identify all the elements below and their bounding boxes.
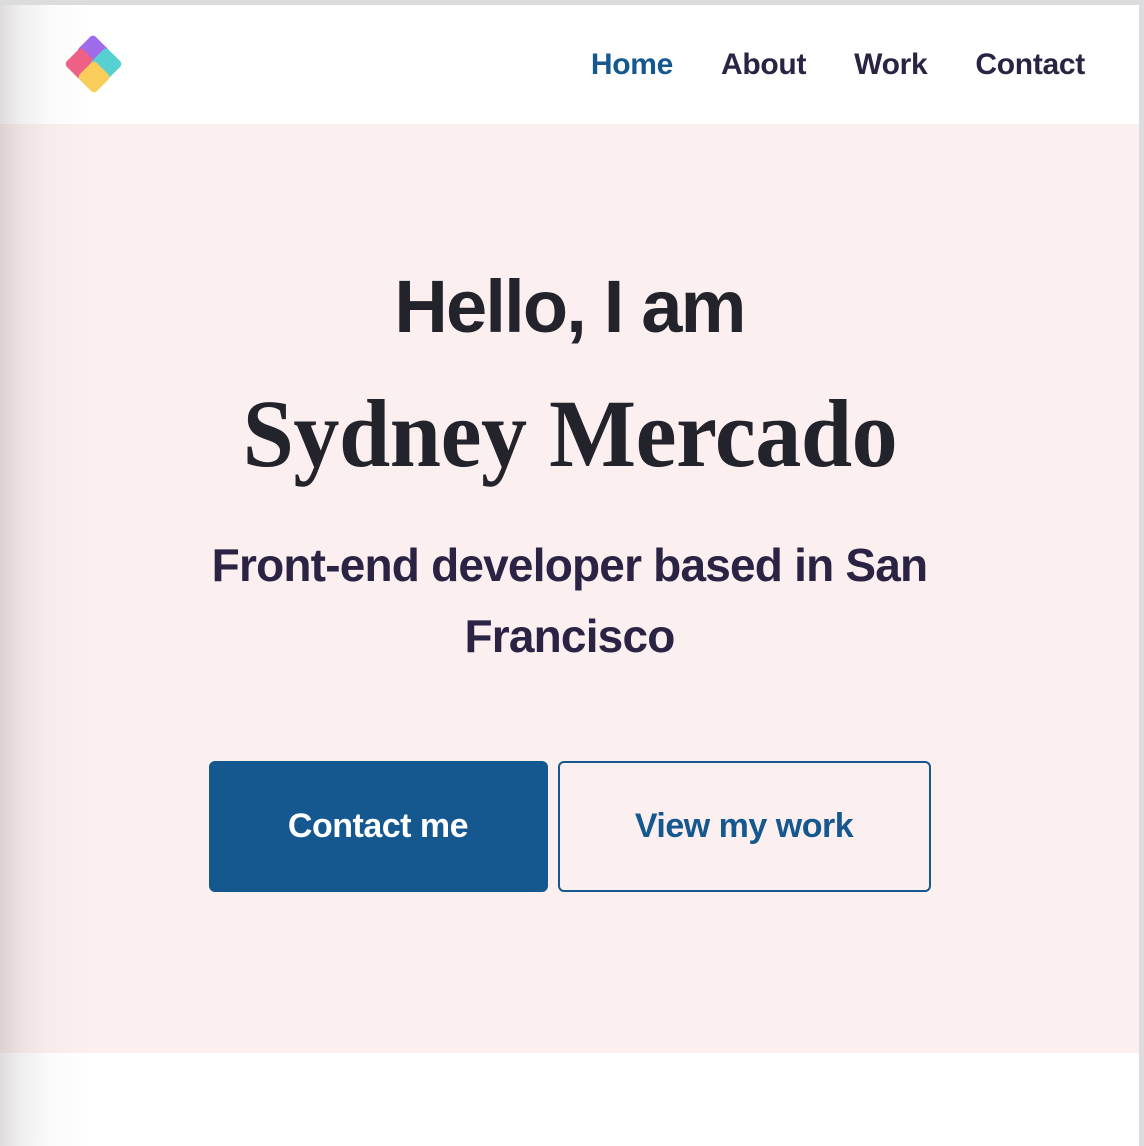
- nav-item-home[interactable]: Home: [591, 48, 673, 82]
- hero-greeting: Hello, I am: [394, 265, 746, 348]
- nav-item-about[interactable]: About: [721, 48, 806, 82]
- nav-item-work[interactable]: Work: [854, 48, 928, 82]
- hero-section: Hello, I am Sydney Mercado Front-end dev…: [0, 124, 1139, 1053]
- brand-logo[interactable]: [64, 33, 123, 94]
- nav-item-contact[interactable]: Contact: [975, 48, 1085, 82]
- browser-chrome-right-edge: [1139, 0, 1144, 1146]
- browser-viewport: Home About Work Contact Hello, I am Sydn…: [0, 0, 1144, 1146]
- primary-navigation: Home About Work Contact: [591, 48, 1085, 82]
- page-content: Home About Work Contact Hello, I am Sydn…: [0, 5, 1139, 1146]
- hero-subtitle: Front-end developer based in San Francis…: [211, 539, 928, 663]
- contact-me-button[interactable]: Contact me: [208, 760, 548, 892]
- view-my-work-button[interactable]: View my work: [557, 760, 931, 892]
- hero-name: Sydney Mercado: [242, 380, 897, 487]
- hero-action-buttons: Contact me View my work: [208, 760, 931, 892]
- site-header: Home About Work Contact: [0, 5, 1139, 124]
- below-fold-area: [0, 1053, 1139, 1146]
